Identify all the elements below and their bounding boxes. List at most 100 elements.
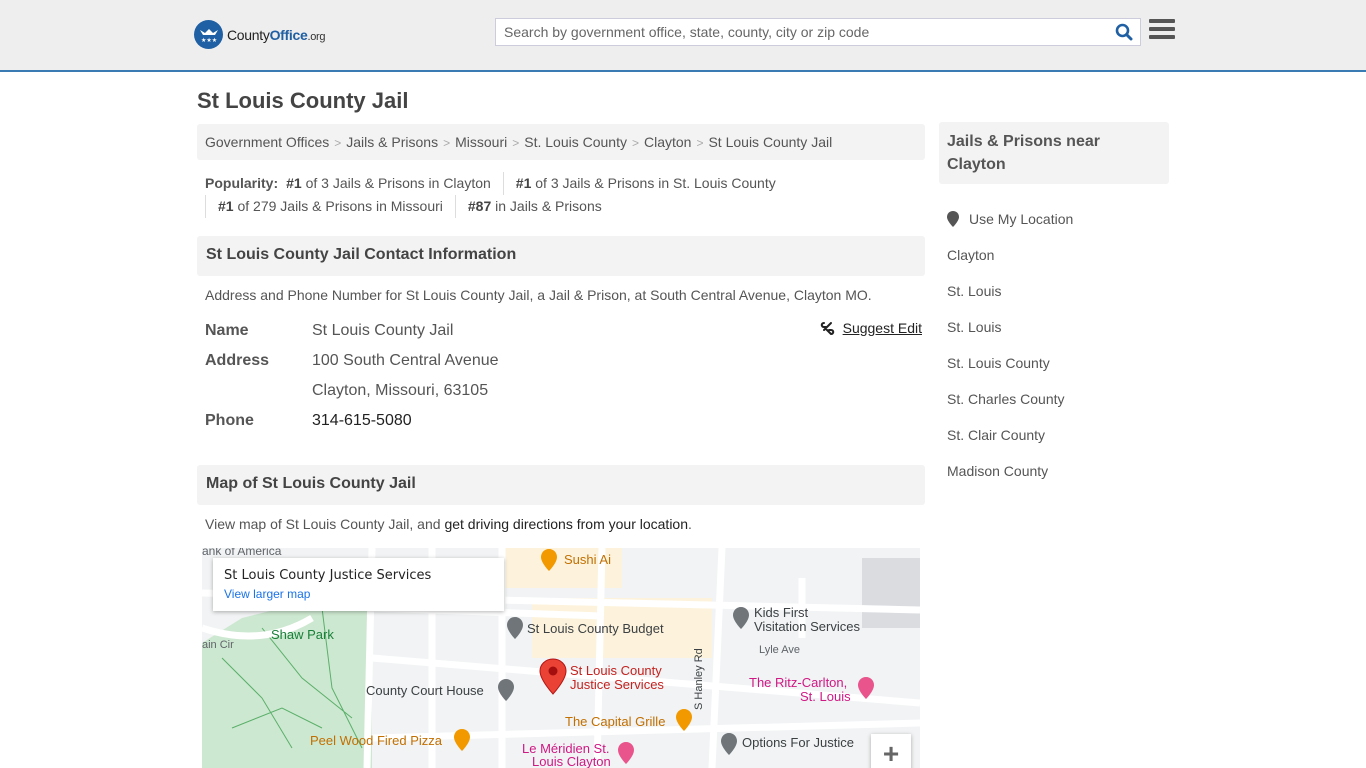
nearby-item[interactable]: St. Louis County [947,345,1073,381]
popularity-item: #1 of 3 Jails & Prisons in St. Louis Cou… [502,172,788,195]
map-label-justice-services[interactable]: St Louis County [570,664,662,678]
nearby-link[interactable]: St. Clair County [947,427,1045,443]
map-heading: Map of St Louis County Jail [197,465,925,505]
popularity-item: #1 of 3 Jails & Prisons in Clayton [286,175,491,191]
breadcrumb-separator-icon: > [334,136,342,150]
address-label: Address [205,352,270,369]
breadcrumb-separator-icon: > [512,136,520,150]
place-pin-icon [733,607,749,629]
site-header: ★★★ CountyOffice.org [0,0,1366,72]
popularity-rankings: Popularity: #1 of 3 Jails & Prisons in Cl… [205,172,925,218]
name-label: Name [205,322,249,339]
breadcrumb-item[interactable]: Missouri [455,134,507,150]
nearby-list: Use My Location Clayton St. Louis St. Lo… [947,201,1073,489]
search-icon [1115,23,1133,41]
svg-text:★★★: ★★★ [201,37,217,44]
broken-link-icon [820,321,834,335]
eagle-logo-icon: ★★★ [194,20,223,49]
nearby-item[interactable]: Madison County [947,453,1073,489]
nearby-link[interactable]: St. Charles County [947,391,1065,407]
breadcrumb: Government Offices > Jails & Prisons > Misso… [197,124,925,160]
government-pin-icon [507,617,523,639]
government-pin-icon [498,679,514,701]
nearby-item[interactable]: St. Charles County [947,381,1073,417]
address-line2: Clayton, Missouri, 63105 [312,382,489,399]
nearby-link[interactable]: St. Louis [947,283,1001,299]
restaurant-pin-icon [454,729,470,751]
search-input[interactable] [496,19,1108,45]
logo-text-office: Office [269,26,308,43]
breadcrumb-separator-icon: > [696,136,704,150]
map-card-title: St Louis County Justice Services [224,568,432,583]
contact-details: Suggest Edit Name St Louis County Jail A… [205,316,925,436]
use-my-location-link[interactable]: Use My Location [969,211,1073,227]
sidebar-heading: Jails & Prisons near Clayton [939,122,1169,184]
address-line1: 100 South Central Avenue [312,352,499,369]
map-label-hanley-rd: S Hanley Rd [693,648,705,710]
map-label-kids-first-2: Visitation Services [754,619,860,634]
map-label-sushi[interactable]: Sushi Ai [564,553,611,567]
driving-directions-link[interactable]: get driving directions from your locatio… [444,516,688,532]
map-label-budget[interactable]: St Louis County Budget [527,622,664,636]
address-row: Address 100 South Central Avenue [205,346,925,376]
map-label-ritz-carlton-2: St. Louis [800,689,851,704]
map-label-shaw-park[interactable]: Shaw Park [271,628,334,642]
breadcrumb-current: St Louis County Jail [708,134,833,150]
breadcrumb-separator-icon: > [631,136,639,150]
page-title: St Louis County Jail [197,88,409,113]
map-description: View map of St Louis County Jail, and ge… [205,516,692,532]
breadcrumb-item[interactable]: Government Offices [205,134,329,150]
site-logo[interactable]: ★★★ CountyOffice.org [194,20,326,49]
search-button[interactable] [1108,19,1140,45]
breadcrumb-separator-icon: > [443,136,451,150]
menu-bar-icon [1149,27,1175,31]
map-zoom-in-button[interactable]: + [871,734,911,768]
contact-info-heading: St Louis County Jail Contact Information [197,236,925,276]
breadcrumb-item[interactable]: Jails & Prisons [346,134,438,150]
map-label-le-meridien-2: Louis Clayton [532,754,611,768]
embedded-map[interactable]: St Louis County Justice Services View la… [202,548,920,768]
hotel-pin-icon [618,742,634,764]
nearby-item[interactable]: Clayton [947,237,1073,273]
map-label-kids-first[interactable]: Kids First [754,606,808,620]
menu-bar-icon [1149,19,1175,23]
map-label-peel-pizza[interactable]: Peel Wood Fired Pizza [310,734,442,748]
map-label-options-justice[interactable]: Options For Justice [742,736,854,750]
nearby-item[interactable]: St. Louis [947,273,1073,309]
phone-link[interactable]: 314-615-5080 [312,412,412,429]
map-info-card: St Louis County Justice Services View la… [213,558,504,611]
use-my-location[interactable]: Use My Location [947,201,1073,237]
address-row-2: Clayton, Missouri, 63105 [205,376,925,406]
restaurant-pin-icon [676,709,692,731]
phone-row: Phone 314-615-5080 [205,406,925,436]
map-label-street: ain Cir [202,639,234,651]
hamburger-menu-button[interactable] [1149,19,1175,43]
map-label-court-house[interactable]: County Court House [366,684,484,698]
breadcrumb-item[interactable]: Clayton [644,134,691,150]
nearby-link[interactable]: St. Louis [947,319,1001,335]
map-label-ritz-carlton[interactable]: The Ritz-Carlton, [749,676,847,690]
nearby-link[interactable]: Madison County [947,463,1048,479]
suggest-edit-link[interactable]: Suggest Edit [820,320,922,336]
map-label-bank: ank of America [202,548,282,558]
place-pin-icon [721,733,737,755]
nearby-item[interactable]: St. Louis [947,309,1073,345]
contact-description: Address and Phone Number for St Louis Co… [205,287,872,303]
menu-bar-icon [1149,35,1175,39]
nearby-link[interactable]: Clayton [947,247,994,263]
phone-label: Phone [205,412,254,429]
building-block [862,558,920,628]
name-value: St Louis County Jail [312,322,454,339]
logo-text-tld: .org [307,30,326,43]
location-pin-icon[interactable] [539,658,567,696]
nearby-item[interactable]: St. Clair County [947,417,1073,453]
name-row: Name St Louis County Jail [205,316,925,346]
breadcrumb-item[interactable]: St. Louis County [524,134,627,150]
map-label-capital-grille[interactable]: The Capital Grille [565,715,665,729]
restaurant-pin-icon [541,549,557,571]
view-larger-map-link[interactable]: View larger map [224,587,493,601]
map-label-justice-services-2: Justice Services [570,677,664,692]
nearby-link[interactable]: St. Louis County [947,355,1050,371]
popularity-item: #87 in Jails & Prisons [454,195,614,218]
popularity-item: #1 of 279 Jails & Prisons in Missouri [205,195,455,218]
